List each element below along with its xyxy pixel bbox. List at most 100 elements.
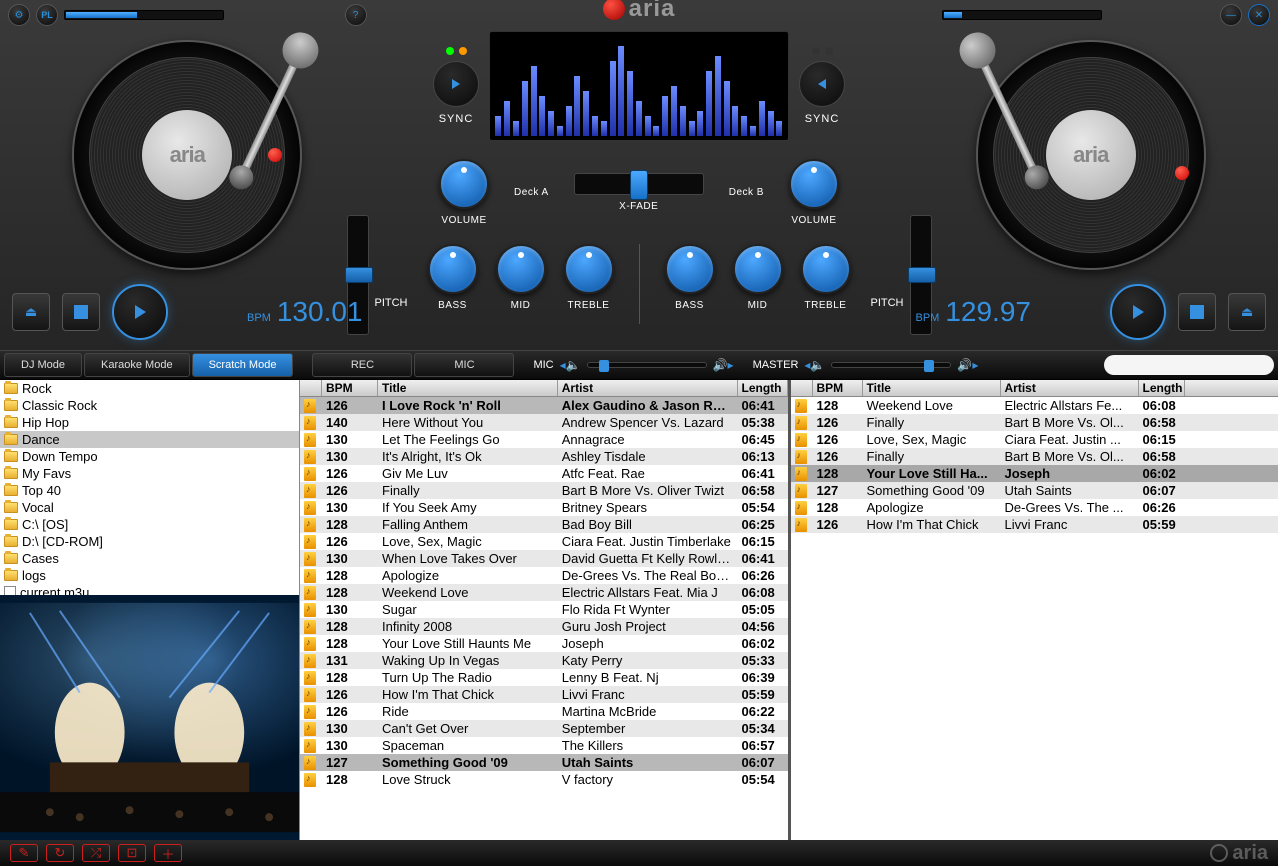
track-row[interactable]: 126 Love, Sex, Magic Ciara Feat. Justin …	[791, 431, 1278, 448]
music-note-icon	[795, 433, 807, 447]
track-row[interactable]: 127 Something Good '09 Utah Saints 06:07	[300, 754, 788, 771]
track-row[interactable]: 126 How I'm That Chick Livvi Franc 05:59	[300, 686, 788, 703]
folder-item[interactable]: logs	[0, 567, 299, 584]
volume-b-knob[interactable]	[789, 159, 839, 209]
speaker-high-icon: 🔊▸	[713, 358, 734, 372]
scratch-mode-tab[interactable]: Scratch Mode	[192, 353, 294, 377]
track-row[interactable]: 127 Something Good '09 Utah Saints 06:07	[791, 482, 1278, 499]
master-volume-slider[interactable]	[831, 362, 951, 368]
playlist-button[interactable]: PL	[36, 4, 58, 26]
track-row[interactable]: 126 Ride Martina McBride 06:22	[300, 703, 788, 720]
folder-icon	[4, 536, 18, 547]
folder-item[interactable]: My Favs	[0, 465, 299, 482]
track-row[interactable]: 131 Waking Up In Vegas Katy Perry 05:33	[300, 652, 788, 669]
music-note-icon	[304, 705, 316, 719]
track-row[interactable]: 128 Infinity 2008 Guru Josh Project 04:5…	[300, 618, 788, 635]
deck-a-eject-button[interactable]: ⏏	[12, 293, 50, 331]
deck-b-progress[interactable]	[942, 10, 1102, 20]
deck-b-stop-button[interactable]	[1178, 293, 1216, 331]
mic-volume: MIC ◂🔈 🔊▸	[533, 358, 733, 372]
track-row[interactable]: 130 When Love Takes Over David Guetta Ft…	[300, 550, 788, 567]
deck-b-sync-play-button[interactable]	[799, 61, 845, 107]
folder-item[interactable]: D:\ [CD-ROM]	[0, 533, 299, 550]
bass-a-knob[interactable]	[428, 244, 478, 294]
music-note-icon	[304, 671, 316, 685]
deck-a-stop-button[interactable]	[62, 293, 100, 331]
shuffle-button[interactable]: ⤮	[82, 844, 110, 862]
video-preview[interactable]	[0, 595, 299, 840]
turntable-b[interactable]: aria	[941, 35, 1241, 275]
track-row[interactable]: 128 Love Struck V factory 05:54	[300, 771, 788, 788]
platter-label: aria	[142, 110, 232, 200]
turntable-a[interactable]: aria	[37, 35, 337, 275]
music-note-icon	[795, 484, 807, 498]
track-row[interactable]: 128 Your Love Still Haunts Me Joseph 06:…	[300, 635, 788, 652]
folder-item[interactable]: Cases	[0, 550, 299, 567]
music-note-icon	[304, 416, 316, 430]
spectrum-visualizer	[489, 31, 789, 141]
track-row[interactable]: 126 Finally Bart B More Vs. Ol... 06:58	[791, 448, 1278, 465]
folder-icon	[4, 451, 18, 462]
track-row[interactable]: 128 Turn Up The Radio Lenny B Feat. Nj 0…	[300, 669, 788, 686]
bottom-toolbar: ✎ ↻ ⤮ ⊡ ＋ aria	[0, 840, 1278, 866]
track-row[interactable]: 126 How I'm That Chick Livvi Franc 05:59	[791, 516, 1278, 533]
deck-b-eject-button[interactable]: ⏏	[1228, 293, 1266, 331]
folder-item[interactable]: C:\ [OS]	[0, 516, 299, 533]
deck-a-sync-play-button[interactable]	[433, 61, 479, 107]
track-row[interactable]: 128 Weekend Love Electric Allstars Fe...…	[791, 397, 1278, 414]
search-input[interactable]	[1104, 355, 1274, 375]
track-row[interactable]: 128 Apologize De-Grees Vs. The ... 06:26	[791, 499, 1278, 516]
track-row[interactable]: 126 Finally Bart B More Vs. Oliver Twizt…	[300, 482, 788, 499]
help-button[interactable]: ?	[345, 4, 367, 26]
loop-button[interactable]: ↻	[46, 844, 74, 862]
options-button[interactable]: ⚙	[8, 4, 30, 26]
add-button[interactable]: ＋	[154, 844, 182, 862]
deck-b-play-button[interactable]	[1110, 284, 1166, 340]
track-row[interactable]: 130 If You Seek Amy Britney Spears 05:54	[300, 499, 788, 516]
track-row[interactable]: 130 Sugar Flo Rida Ft Wynter 05:05	[300, 601, 788, 618]
folder-item[interactable]: Dance	[0, 431, 299, 448]
track-row[interactable]: 140 Here Without You Andrew Spencer Vs. …	[300, 414, 788, 431]
track-row[interactable]: 130 Spaceman The Killers 06:57	[300, 737, 788, 754]
mid-b-knob[interactable]	[733, 244, 783, 294]
music-note-icon	[304, 484, 316, 498]
deck-a-progress[interactable]	[64, 10, 224, 20]
deck-a-play-button[interactable]	[112, 284, 168, 340]
treble-a-knob[interactable]	[564, 244, 614, 294]
mic-volume-slider[interactable]	[587, 362, 707, 368]
crossfader[interactable]	[574, 173, 704, 195]
close-button[interactable]: ✕	[1248, 4, 1270, 26]
load-button[interactable]: ⊡	[118, 844, 146, 862]
karaoke-mode-tab[interactable]: Karaoke Mode	[84, 353, 190, 377]
track-row[interactable]: 130 Let The Feelings Go Annagrace 06:45	[300, 431, 788, 448]
track-row[interactable]: 130 It's Alright, It's Ok Ashley Tisdale…	[300, 448, 788, 465]
dj-mode-tab[interactable]: DJ Mode	[4, 353, 82, 377]
track-row[interactable]: 126 Finally Bart B More Vs. Ol... 06:58	[791, 414, 1278, 431]
track-row[interactable]: 126 Giv Me Luv Atfc Feat. Rae 06:41	[300, 465, 788, 482]
folder-item[interactable]: Rock	[0, 380, 299, 397]
track-row[interactable]: 128 Weekend Love Electric Allstars Feat.…	[300, 584, 788, 601]
track-row[interactable]: 126 Love, Sex, Magic Ciara Feat. Justin …	[300, 533, 788, 550]
rec-button[interactable]: REC	[312, 353, 412, 377]
sync-label: SYNC	[805, 113, 840, 125]
minimize-button[interactable]: —	[1220, 4, 1242, 26]
mic-button[interactable]: MIC	[414, 353, 514, 377]
music-note-icon	[304, 739, 316, 753]
folder-item[interactable]: Top 40	[0, 482, 299, 499]
treble-b-knob[interactable]	[801, 244, 851, 294]
track-row[interactable]: 126 I Love Rock 'n' Roll Alex Gaudino & …	[300, 397, 788, 414]
folder-item[interactable]: Classic Rock	[0, 397, 299, 414]
track-row[interactable]: 128 Apologize De-Grees Vs. The Real Boot…	[300, 567, 788, 584]
music-note-icon	[795, 501, 807, 515]
track-row[interactable]: 128 Falling Anthem Bad Boy Bill 06:25	[300, 516, 788, 533]
folder-item[interactable]: Down Tempo	[0, 448, 299, 465]
folder-item[interactable]: current.m3u	[0, 584, 299, 595]
volume-a-knob[interactable]	[439, 159, 489, 209]
mid-a-knob[interactable]	[496, 244, 546, 294]
folder-item[interactable]: Vocal	[0, 499, 299, 516]
edit-button[interactable]: ✎	[10, 844, 38, 862]
bass-b-knob[interactable]	[665, 244, 715, 294]
track-row[interactable]: 128 Your Love Still Ha... Joseph 06:02	[791, 465, 1278, 482]
folder-item[interactable]: Hip Hop	[0, 414, 299, 431]
track-row[interactable]: 130 Can't Get Over September 05:34	[300, 720, 788, 737]
